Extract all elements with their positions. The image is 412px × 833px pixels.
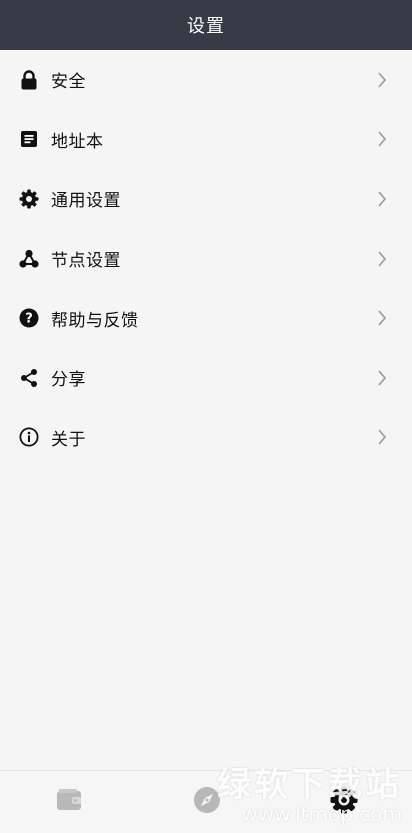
chevron-right-icon bbox=[376, 71, 388, 89]
bottom-nav bbox=[0, 770, 412, 833]
page-title: 设置 bbox=[187, 16, 225, 37]
info-circle-icon bbox=[19, 427, 39, 447]
menu-item-label: 帮助与反馈 bbox=[51, 310, 139, 331]
menu-item-label: 安全 bbox=[51, 72, 86, 93]
gear-icon bbox=[19, 189, 39, 209]
menu-item-label: 通用设置 bbox=[51, 191, 121, 212]
address-book-icon bbox=[19, 129, 39, 149]
menu-item-label: 节点设置 bbox=[51, 251, 121, 272]
menu-item-share[interactable]: 分享 bbox=[0, 348, 412, 408]
network-nodes-icon bbox=[19, 249, 39, 269]
compass-icon bbox=[193, 786, 221, 818]
menu-item-label: 分享 bbox=[51, 370, 86, 391]
menu-item-label: 关于 bbox=[51, 429, 86, 450]
lock-icon bbox=[19, 70, 39, 90]
menu-item-security[interactable]: 安全 bbox=[0, 50, 412, 110]
help-circle-icon: ? bbox=[19, 308, 39, 328]
menu-item-node-settings[interactable]: 节点设置 bbox=[0, 229, 412, 289]
chevron-right-icon bbox=[376, 190, 388, 208]
nav-tab-wallet[interactable] bbox=[39, 771, 99, 833]
menu-item-general-settings[interactable]: 通用设置 bbox=[0, 169, 412, 229]
settings-gear-icon bbox=[330, 786, 358, 818]
chevron-right-icon bbox=[376, 369, 388, 387]
wallet-icon bbox=[56, 788, 82, 816]
settings-menu: 安全 地址本 通用设置 节点设置 ? 帮助与反馈 分享 关于 bbox=[0, 50, 412, 467]
menu-item-help-feedback[interactable]: ? 帮助与反馈 bbox=[0, 288, 412, 348]
app-header: 设置 bbox=[0, 0, 412, 50]
share-icon bbox=[19, 368, 39, 388]
svg-text:?: ? bbox=[25, 312, 33, 327]
chevron-right-icon bbox=[376, 250, 388, 268]
menu-item-address-book[interactable]: 地址本 bbox=[0, 110, 412, 170]
nav-tab-discover[interactable] bbox=[177, 771, 237, 833]
menu-item-label: 地址本 bbox=[51, 131, 104, 152]
chevron-right-icon bbox=[376, 130, 388, 148]
chevron-right-icon bbox=[376, 428, 388, 446]
menu-item-about[interactable]: 关于 bbox=[0, 408, 412, 468]
chevron-right-icon bbox=[376, 309, 388, 327]
nav-tab-settings[interactable] bbox=[314, 771, 374, 833]
